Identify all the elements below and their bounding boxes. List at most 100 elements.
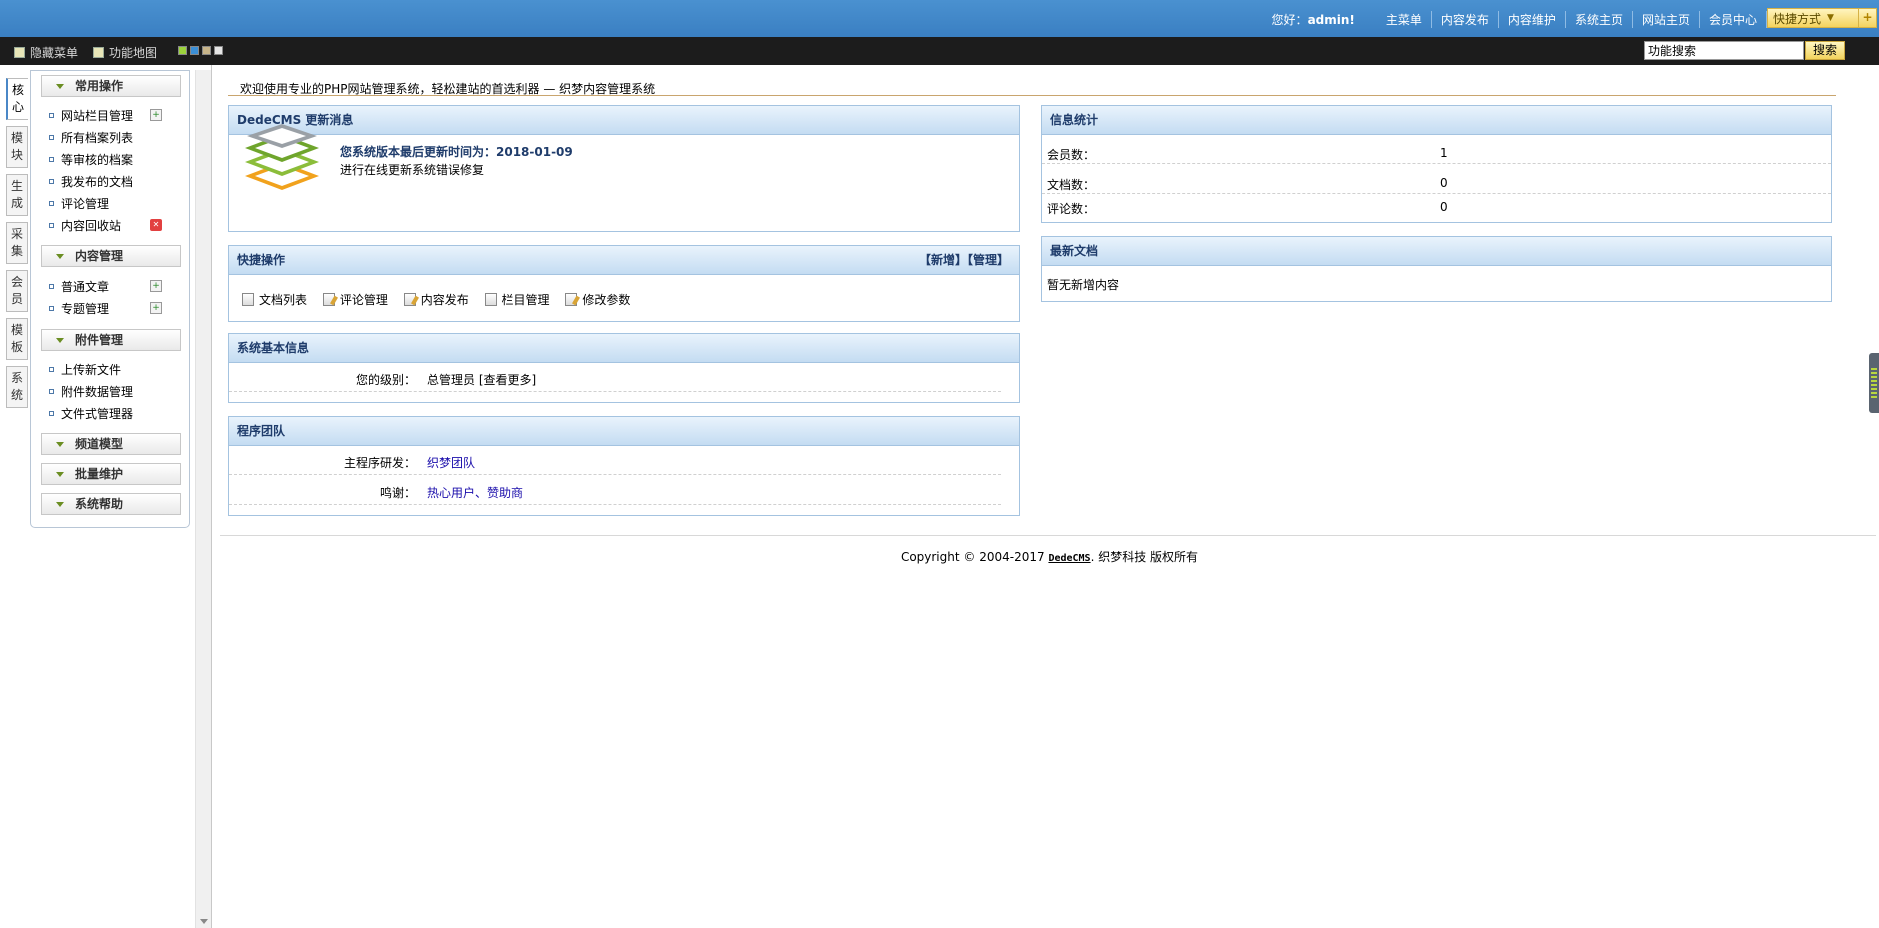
greeting-prefix: 您好： (1271, 12, 1308, 27)
menu-section-title: 批量维护 (75, 467, 124, 481)
team-row: 主程序研发： 织梦团队 (229, 447, 1001, 475)
nav-member-center[interactable]: 会员中心 (1698, 10, 1766, 28)
tab-generate[interactable]: 生成 (6, 174, 28, 216)
footer-brand-link[interactable]: DedeCMS (1048, 553, 1090, 564)
tab-templates[interactable]: 模板 (6, 318, 28, 360)
copyright-suffix: . 织梦科技 版权所有 (1090, 550, 1199, 564)
update-detail: 进行在线更新系统错误修复 (340, 163, 485, 177)
footer-divider (220, 535, 1876, 536)
quick-category-manage[interactable]: 栏目管理 (484, 291, 550, 308)
menu-item-label: 附件数据管理 (61, 384, 134, 399)
skin-switcher (178, 46, 226, 55)
menu-item-label: 内容回收站 (61, 218, 122, 233)
menu-item-file-manager[interactable]: 文件式管理器 (49, 404, 133, 422)
menu-item-label: 专题管理 (61, 301, 110, 316)
latest-docs-header: 最新文档 (1042, 237, 1831, 266)
menu-item-label: 评论管理 (61, 196, 110, 211)
menu-section-channel-model[interactable]: 频道模型 (41, 433, 181, 455)
menu-section-title: 内容管理 (75, 249, 124, 263)
welcome-divider (228, 95, 1836, 96)
quick-doc-list[interactable]: 文档列表 (242, 291, 307, 308)
quick-access-dropdown[interactable]: 快捷方式 ▼ + (1767, 8, 1877, 28)
team-dev-link[interactable]: 织梦团队 (427, 454, 475, 471)
comment-edit-icon (322, 293, 335, 306)
quick-item-label: 栏目管理 (501, 293, 550, 307)
menu-item-all-archives[interactable]: 所有档案列表 (49, 128, 133, 146)
bullet-icon (49, 112, 54, 118)
menu-section-help[interactable]: 系统帮助 (41, 493, 181, 515)
menu-item-category-manage[interactable]: 网站栏目管理 + (49, 106, 162, 124)
scroll-down-icon[interactable] (200, 919, 208, 924)
chevron-down-icon: ▼ (1827, 13, 1834, 23)
menu-item-comment-manage[interactable]: 评论管理 (49, 194, 109, 212)
menu-section-attachment[interactable]: 附件管理 (41, 329, 181, 351)
sidebar-scrollbar[interactable] (195, 70, 211, 928)
sidebar-menu: 常用操作 网站栏目管理 + 所有档案列表 等审核的档案 我发布的文档 评论管理 内… (30, 70, 190, 528)
menu-item-article[interactable]: 普通文章 + (49, 277, 162, 295)
update-panel-header: DedeCMS 更新消息 (229, 106, 1019, 135)
stats-value: 0 (1440, 176, 1448, 190)
tab-members[interactable]: 会员 (6, 270, 28, 312)
menu-item-my-documents[interactable]: 我发布的文档 (49, 172, 133, 190)
tab-collect[interactable]: 采集 (6, 222, 28, 264)
side-panel-handle[interactable] (1869, 353, 1879, 413)
trash-icon[interactable]: ✕ (150, 219, 162, 231)
stats-panel-header: 信息统计 (1042, 106, 1831, 135)
update-headline[interactable]: 您系统版本最后更新时间为：2018-01-09 (340, 143, 573, 160)
level-value[interactable]: 总管理员 [查看更多] (427, 371, 536, 388)
menu-item-upload-file[interactable]: 上传新文件 (49, 360, 121, 378)
function-map-label: 功能地图 (109, 46, 158, 60)
skin-swatch-gray[interactable] (214, 46, 223, 55)
dedecms-logo-icon (245, 124, 319, 190)
menu-item-label: 网站栏目管理 (61, 108, 134, 123)
menu-item-attachment-data[interactable]: 附件数据管理 (49, 382, 133, 400)
add-icon[interactable]: + (150, 109, 162, 121)
tab-core[interactable]: 核心 (6, 78, 28, 120)
collapse-icon (56, 502, 64, 507)
map-icon (93, 47, 104, 58)
document-icon (242, 293, 254, 306)
menu-item-topic-manage[interactable]: 专题管理 + (49, 299, 162, 317)
menu-item-label: 上传新文件 (61, 362, 122, 377)
quick-content-publish[interactable]: 内容发布 (403, 291, 469, 308)
menu-section-content[interactable]: 内容管理 (41, 245, 181, 267)
panel-title: 最新文档 (1050, 244, 1099, 258)
thanks-row: 鸣谢： 热心用户、赞助商 (229, 477, 1001, 505)
frame-divider[interactable] (211, 65, 212, 928)
add-icon[interactable]: + (150, 280, 162, 292)
thanks-link[interactable]: 热心用户、赞助商 (427, 484, 523, 501)
nav-main-menu[interactable]: 主菜单 (1377, 11, 1431, 28)
bullet-icon (49, 305, 54, 311)
nav-site-home[interactable]: 网站主页 (1631, 10, 1699, 28)
menu-section-batch[interactable]: 批量维护 (41, 463, 181, 485)
quick-comment-manage[interactable]: 评论管理 (322, 291, 388, 308)
quick-ops-add-manage-link[interactable]: 【新增】【管理】 (919, 246, 1009, 274)
search-button[interactable]: 搜索 (1805, 41, 1845, 60)
skin-swatch-green[interactable] (178, 46, 187, 55)
collapse-icon (56, 442, 64, 447)
function-map-button[interactable]: 功能地图 (93, 44, 157, 61)
function-search-input[interactable] (1644, 41, 1804, 60)
menu-item-pending-archives[interactable]: 等审核的档案 (49, 150, 133, 168)
hide-menu-button[interactable]: 隐藏菜单 (14, 44, 78, 61)
bullet-icon (49, 200, 54, 206)
skin-swatch-blue[interactable] (190, 46, 199, 55)
add-icon[interactable]: + (1858, 9, 1876, 27)
nav-content-maintain[interactable]: 内容维护 (1497, 10, 1565, 28)
menu-section-common[interactable]: 常用操作 (41, 75, 181, 97)
settings-edit-icon (565, 293, 578, 306)
tab-modules[interactable]: 模块 (6, 126, 28, 168)
nav-system-home[interactable]: 系统主页 (1564, 10, 1632, 28)
menu-item-label: 所有档案列表 (61, 130, 134, 145)
menu-item-recycle-bin[interactable]: 内容回收站 ✕ (49, 216, 162, 234)
add-icon[interactable]: + (150, 302, 162, 314)
quick-edit-params[interactable]: 修改参数 (565, 291, 630, 308)
stats-label: 文档数： (1047, 178, 1096, 192)
tab-system[interactable]: 系统 (6, 366, 28, 408)
nav-content-publish[interactable]: 内容发布 (1430, 10, 1498, 28)
menu-section-title: 常用操作 (75, 79, 124, 93)
collapse-icon (56, 338, 64, 343)
stats-row-documents: 文档数： 0 (1042, 166, 1831, 194)
quick-ops-panel: 快捷操作 【新增】【管理】 文档列表 评论管理 内容发布 栏目管理 修改参数 (228, 245, 1020, 322)
skin-swatch-tan[interactable] (202, 46, 211, 55)
